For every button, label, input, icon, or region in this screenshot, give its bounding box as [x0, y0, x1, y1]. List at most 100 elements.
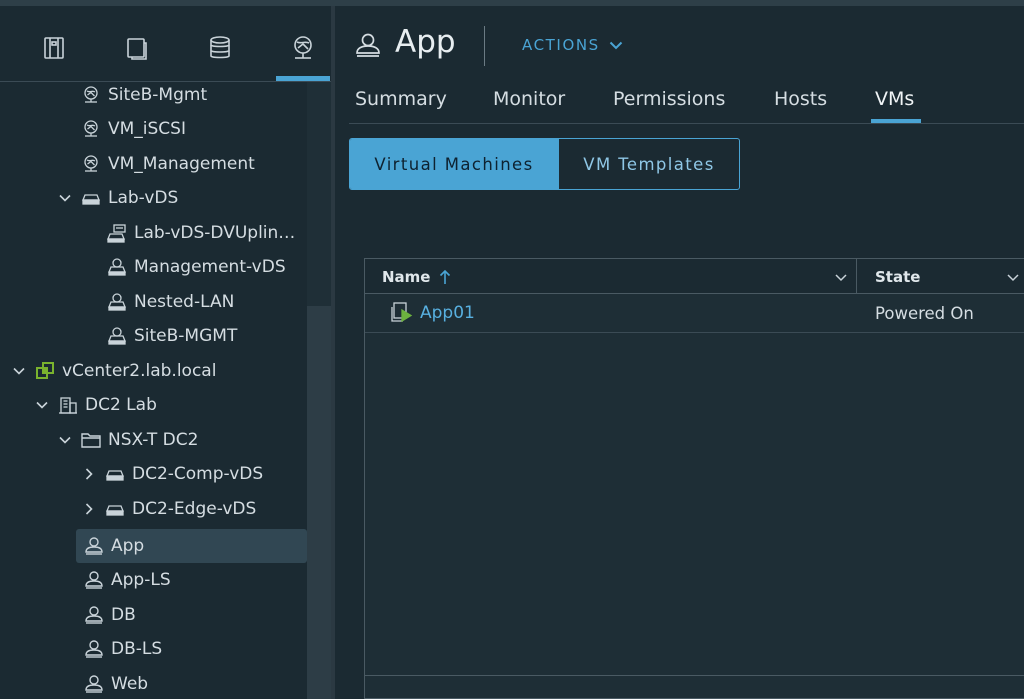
tab-vms[interactable]: VMs [875, 88, 914, 110]
inventory-tree: SiteB-Mgmt VM_iSCSI VM_Management Lab-vD… [0, 82, 307, 699]
portgroup-icon [106, 325, 128, 347]
datacenter-icon [57, 394, 79, 416]
tree-item-label: VM_iSCSI [108, 119, 186, 139]
tree-item-label: DB [111, 605, 136, 625]
virtual-machines-button[interactable]: Virtual Machines [350, 139, 558, 189]
object-tabs: Summary Monitor Permissions Hosts VMs [349, 78, 1024, 124]
tree-item-label: NSX-T DC2 [108, 430, 199, 450]
tree-item-label: App [111, 536, 145, 556]
tree-item-nested-lan[interactable]: Nested-LAN [106, 285, 307, 319]
column-header-name[interactable]: Name [365, 259, 857, 294]
column-label: Name [382, 267, 431, 286]
chevron-down-icon[interactable] [33, 396, 51, 414]
title-divider [484, 26, 485, 66]
hosts-clusters-tab[interactable] [34, 28, 74, 68]
chevron-down-icon[interactable] [833, 269, 849, 285]
tree-item-db-ls[interactable]: DB-LS [83, 632, 307, 666]
vm-name-link[interactable]: App01 [420, 303, 475, 323]
tree-item-siteb-mgmt[interactable]: SiteB-Mgmt [80, 82, 300, 112]
active-tab-underline [871, 119, 921, 123]
segment-icon [83, 535, 105, 557]
vm-type-toggle: Virtual Machines VM Templates [349, 138, 740, 190]
tree-item-lab-vds-dvuplinks[interactable]: Lab-vDS-DVUplin… [106, 216, 307, 250]
network-icon [80, 118, 102, 140]
vm-datagrid: Name State App01 Powered On [364, 258, 1024, 699]
vm-state: Powered On [875, 304, 974, 323]
tab-summary[interactable]: Summary [355, 88, 447, 110]
tree-item-label: DB-LS [111, 639, 163, 659]
portgroup-icon [106, 256, 128, 278]
tree-item-lab-vds[interactable]: Lab-vDS [56, 181, 296, 215]
tree-item-vm-management[interactable]: VM_Management [80, 147, 300, 181]
tree-item-label: DC2 Lab [85, 395, 157, 415]
tree-item-label: Nested-LAN [134, 292, 235, 312]
tree-scrollbar-thumb[interactable] [307, 306, 331, 699]
tree-item-label: App-LS [111, 570, 171, 590]
networking-tab-underline [276, 76, 330, 81]
object-header: App ACTIONS [335, 6, 1024, 78]
tree-item-label: DC2-Edge-vDS [132, 499, 257, 519]
tree-item-dc2-comp-vds[interactable]: DC2-Comp-vDS [80, 457, 307, 491]
tab-monitor[interactable]: Monitor [493, 88, 565, 110]
tree-item-label: vCenter2.lab.local [62, 361, 217, 381]
tree-item-dc2-lab[interactable]: DC2 Lab [33, 388, 307, 422]
tree-item-label: Web [111, 674, 149, 694]
segment-icon [83, 604, 105, 626]
tab-permissions[interactable]: Permissions [613, 88, 725, 110]
vds-icon [80, 187, 102, 209]
vds-icon [104, 463, 126, 485]
tree-item-label: VM_Management [108, 154, 255, 174]
tree-item-management-vds[interactable]: Management-vDS [106, 250, 307, 284]
tree-item-db[interactable]: DB [83, 598, 307, 632]
tree-item-app-ls[interactable]: App-LS [83, 563, 307, 597]
page-title: App [395, 24, 456, 60]
sort-ascending-icon [440, 269, 451, 284]
portgroup-icon [106, 291, 128, 313]
column-header-state[interactable]: State [858, 259, 1024, 294]
storage-icon [210, 36, 230, 59]
column-label: State [875, 267, 921, 286]
segment-icon [83, 569, 105, 591]
segment-icon [83, 638, 105, 660]
vm-powered-on-icon [391, 302, 413, 323]
navigator-tabs [0, 6, 331, 82]
networking-icon [294, 36, 312, 59]
networking-tab[interactable] [283, 28, 323, 68]
tree-item-label: DC2-Comp-vDS [132, 464, 264, 484]
hosts-clusters-icon [44, 37, 64, 59]
segment-icon [356, 33, 380, 57]
tab-hosts[interactable]: Hosts [774, 88, 827, 110]
tree-item-dc2-edge-vds[interactable]: DC2-Edge-vDS [80, 492, 307, 526]
uplink-icon [106, 222, 128, 244]
tree-item-label: SiteB-MGMT [134, 326, 238, 346]
tree-item-vm-iscsi[interactable]: VM_iSCSI [80, 112, 300, 146]
vms-templates-tab[interactable] [117, 28, 157, 68]
tree-item-app[interactable]: App [76, 529, 307, 563]
table-row[interactable]: App01 Powered On [365, 294, 1024, 333]
navigator-sidebar: SiteB-Mgmt VM_iSCSI VM_Management Lab-vD… [0, 6, 331, 699]
chevron-down-icon[interactable] [10, 362, 28, 380]
vm-templates-button[interactable]: VM Templates [558, 139, 739, 189]
tree-item-nsx-t-dc2[interactable]: NSX-T DC2 [56, 423, 307, 457]
datagrid-header: Name State [365, 259, 1024, 294]
tree-item-web[interactable]: Web [83, 667, 307, 699]
chevron-down-icon[interactable] [56, 189, 74, 207]
vms-templates-icon [127, 38, 147, 60]
chevron-right-icon[interactable] [80, 465, 98, 483]
storage-tab[interactable] [200, 28, 240, 68]
vds-icon [104, 498, 126, 520]
tree-item-vcenter2[interactable]: vCenter2.lab.local [10, 354, 307, 388]
tree-item-label: Management-vDS [134, 257, 286, 277]
tree-item-label: SiteB-Mgmt [108, 85, 208, 105]
main-content: App ACTIONS Summary Monitor Permissions … [335, 6, 1024, 699]
network-icon [80, 84, 102, 106]
chevron-down-icon[interactable] [56, 431, 74, 449]
tree-item-siteb-mgmt-pg[interactable]: SiteB-MGMT [106, 319, 307, 353]
chevron-down-icon[interactable] [1005, 269, 1021, 285]
vcenter-icon [34, 360, 56, 382]
network-icon [80, 153, 102, 175]
datagrid-footer-divider [365, 675, 1024, 676]
tree-item-label: Lab-vDS-DVUplin… [134, 223, 296, 243]
actions-menu-button[interactable]: ACTIONS [522, 36, 624, 54]
chevron-right-icon[interactable] [80, 500, 98, 518]
